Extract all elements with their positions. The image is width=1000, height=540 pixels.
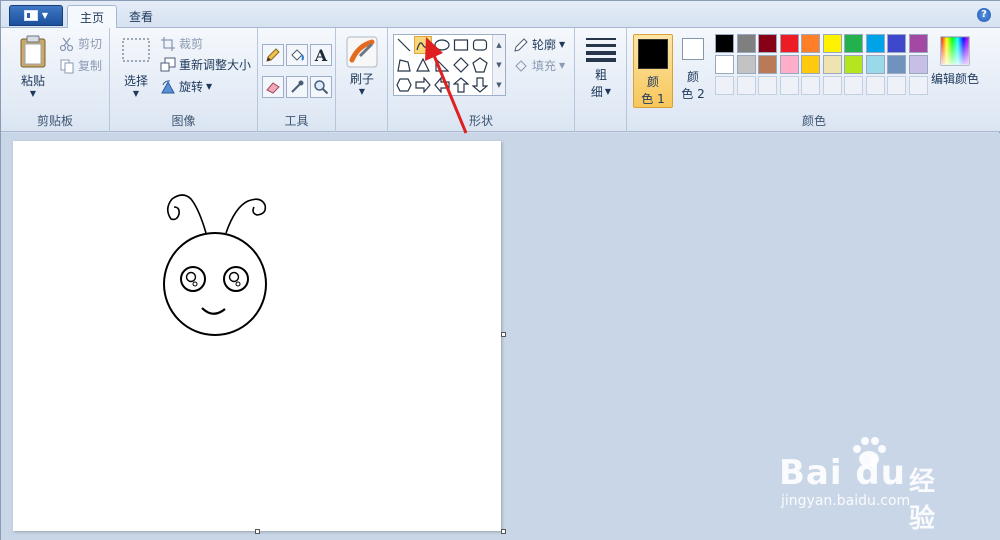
canvas-workspace: Bai du 经验 jingyan.baidu.com: [1, 37, 1000, 540]
resize-handle-bottom[interactable]: [255, 529, 260, 534]
watermark-url: jingyan.baidu.com: [781, 493, 911, 509]
annotation-arrow: [425, 37, 468, 134]
paint-window: ▼ 主页 查看 ? 粘贴 ▼ 剪切 复制 剪贴板 选择 ▼ 裁剪 重新调整大小 …: [0, 0, 1000, 540]
resize-handle-right[interactable]: [501, 332, 506, 337]
resize-handle-corner[interactable]: [501, 529, 506, 534]
watermark-cn: 经验: [909, 467, 936, 534]
watermark-brand: Bai du: [779, 453, 906, 493]
baidu-watermark: Bai du 经验 jingyan.baidu.com: [779, 435, 949, 534]
